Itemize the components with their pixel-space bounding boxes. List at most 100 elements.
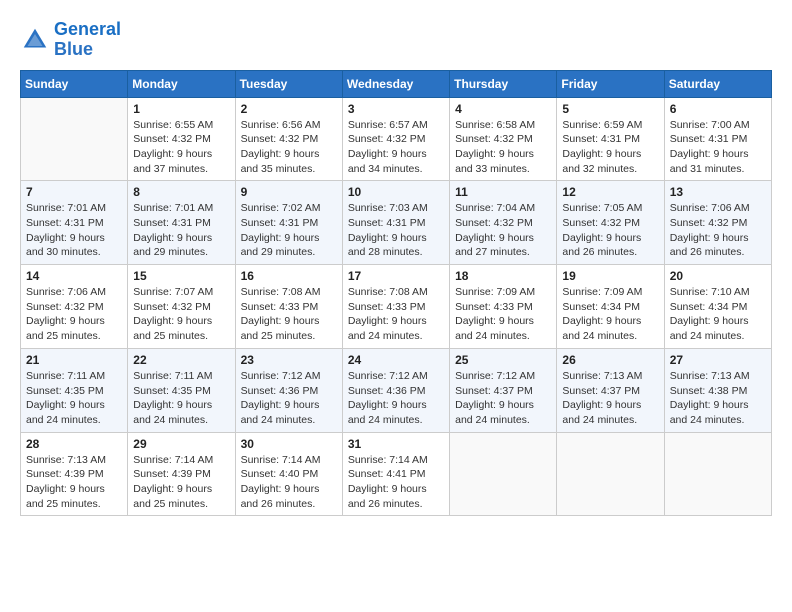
week-row-2: 7 Sunrise: 7:01 AM Sunset: 4:31 PM Daylig…	[21, 181, 772, 265]
day-number: 15	[133, 269, 229, 283]
calendar-cell: 11 Sunrise: 7:04 AM Sunset: 4:32 PM Dayli…	[450, 181, 557, 265]
day-info: Sunrise: 7:13 AM Sunset: 4:39 PM Dayligh…	[26, 453, 122, 512]
calendar-cell: 20 Sunrise: 7:10 AM Sunset: 4:34 PM Dayli…	[664, 265, 771, 349]
day-info: Sunrise: 7:10 AM Sunset: 4:34 PM Dayligh…	[670, 285, 766, 344]
day-info: Sunrise: 7:12 AM Sunset: 4:36 PM Dayligh…	[348, 369, 444, 428]
calendar-cell: 2Sunrise: 6:56 AM Sunset: 4:32 PM Daylig…	[235, 97, 342, 181]
day-info: Sunrise: 7:06 AM Sunset: 4:32 PM Dayligh…	[670, 201, 766, 260]
calendar-cell: 21 Sunrise: 7:11 AM Sunset: 4:35 PM Dayli…	[21, 348, 128, 432]
calendar-cell: 16 Sunrise: 7:08 AM Sunset: 4:33 PM Dayli…	[235, 265, 342, 349]
logo-text: General Blue	[54, 20, 121, 60]
day-info: Sunrise: 6:59 AM Sunset: 4:31 PM Dayligh…	[562, 118, 658, 177]
logo-icon	[20, 25, 50, 55]
calendar-header-row: SundayMondayTuesdayWednesdayThursdayFrid…	[21, 70, 772, 97]
day-number: 20	[670, 269, 766, 283]
header-monday: Monday	[128, 70, 235, 97]
day-info: Sunrise: 7:08 AM Sunset: 4:33 PM Dayligh…	[241, 285, 337, 344]
day-info: Sunrise: 6:58 AM Sunset: 4:32 PM Dayligh…	[455, 118, 551, 177]
day-info: Sunrise: 7:14 AM Sunset: 4:40 PM Dayligh…	[241, 453, 337, 512]
calendar-cell: 7 Sunrise: 7:01 AM Sunset: 4:31 PM Daylig…	[21, 181, 128, 265]
calendar-cell	[450, 432, 557, 516]
day-info: Sunrise: 7:04 AM Sunset: 4:32 PM Dayligh…	[455, 201, 551, 260]
day-number: 31	[348, 437, 444, 451]
calendar-cell: 14 Sunrise: 7:06 AM Sunset: 4:32 PM Dayli…	[21, 265, 128, 349]
week-row-3: 14 Sunrise: 7:06 AM Sunset: 4:32 PM Dayli…	[21, 265, 772, 349]
day-number: 8	[133, 185, 229, 199]
day-number: 16	[241, 269, 337, 283]
day-number: 11	[455, 185, 551, 199]
header-tuesday: Tuesday	[235, 70, 342, 97]
day-number: 6	[670, 102, 766, 116]
day-info: Sunrise: 7:14 AM Sunset: 4:39 PM Dayligh…	[133, 453, 229, 512]
day-number: 19	[562, 269, 658, 283]
calendar-table: SundayMondayTuesdayWednesdayThursdayFrid…	[20, 70, 772, 517]
calendar-cell	[21, 97, 128, 181]
day-number: 3	[348, 102, 444, 116]
day-info: Sunrise: 7:02 AM Sunset: 4:31 PM Dayligh…	[241, 201, 337, 260]
day-info: Sunrise: 7:05 AM Sunset: 4:32 PM Dayligh…	[562, 201, 658, 260]
calendar-cell: 5 Sunrise: 6:59 AM Sunset: 4:31 PM Daylig…	[557, 97, 664, 181]
calendar-cell: 27Sunrise: 7:13 AM Sunset: 4:38 PM Dayli…	[664, 348, 771, 432]
day-number: 27	[670, 353, 766, 367]
calendar-cell: 24 Sunrise: 7:12 AM Sunset: 4:36 PM Dayli…	[342, 348, 449, 432]
day-info: Sunrise: 7:07 AM Sunset: 4:32 PM Dayligh…	[133, 285, 229, 344]
day-info: Sunrise: 7:00 AM Sunset: 4:31 PM Dayligh…	[670, 118, 766, 177]
day-info: Sunrise: 6:55 AM Sunset: 4:32 PM Dayligh…	[133, 118, 229, 177]
day-info: Sunrise: 7:14 AM Sunset: 4:41 PM Dayligh…	[348, 453, 444, 512]
week-row-4: 21 Sunrise: 7:11 AM Sunset: 4:35 PM Dayli…	[21, 348, 772, 432]
day-info: Sunrise: 6:57 AM Sunset: 4:32 PM Dayligh…	[348, 118, 444, 177]
day-number: 18	[455, 269, 551, 283]
week-row-5: 28Sunrise: 7:13 AM Sunset: 4:39 PM Dayli…	[21, 432, 772, 516]
day-number: 24	[348, 353, 444, 367]
calendar-cell: 19Sunrise: 7:09 AM Sunset: 4:34 PM Dayli…	[557, 265, 664, 349]
page-header: General Blue	[20, 20, 772, 60]
calendar-cell: 8 Sunrise: 7:01 AM Sunset: 4:31 PM Daylig…	[128, 181, 235, 265]
day-number: 1	[133, 102, 229, 116]
day-number: 25	[455, 353, 551, 367]
calendar-cell: 10Sunrise: 7:03 AM Sunset: 4:31 PM Dayli…	[342, 181, 449, 265]
calendar-cell: 30 Sunrise: 7:14 AM Sunset: 4:40 PM Dayli…	[235, 432, 342, 516]
day-info: Sunrise: 7:11 AM Sunset: 4:35 PM Dayligh…	[26, 369, 122, 428]
day-number: 29	[133, 437, 229, 451]
day-info: Sunrise: 7:08 AM Sunset: 4:33 PM Dayligh…	[348, 285, 444, 344]
week-row-1: 1 Sunrise: 6:55 AM Sunset: 4:32 PM Daylig…	[21, 97, 772, 181]
header-sunday: Sunday	[21, 70, 128, 97]
day-number: 7	[26, 185, 122, 199]
day-info: Sunrise: 7:13 AM Sunset: 4:37 PM Dayligh…	[562, 369, 658, 428]
calendar-cell: 17 Sunrise: 7:08 AM Sunset: 4:33 PM Dayli…	[342, 265, 449, 349]
day-number: 5	[562, 102, 658, 116]
day-info: Sunrise: 7:11 AM Sunset: 4:35 PM Dayligh…	[133, 369, 229, 428]
day-number: 9	[241, 185, 337, 199]
day-info: Sunrise: 7:12 AM Sunset: 4:37 PM Dayligh…	[455, 369, 551, 428]
day-number: 10	[348, 185, 444, 199]
header-thursday: Thursday	[450, 70, 557, 97]
calendar-cell: 26 Sunrise: 7:13 AM Sunset: 4:37 PM Dayli…	[557, 348, 664, 432]
calendar-cell: 23Sunrise: 7:12 AM Sunset: 4:36 PM Dayli…	[235, 348, 342, 432]
calendar-cell: 31 Sunrise: 7:14 AM Sunset: 4:41 PM Dayli…	[342, 432, 449, 516]
day-info: Sunrise: 7:06 AM Sunset: 4:32 PM Dayligh…	[26, 285, 122, 344]
calendar-cell: 28Sunrise: 7:13 AM Sunset: 4:39 PM Dayli…	[21, 432, 128, 516]
day-number: 14	[26, 269, 122, 283]
calendar-cell: 3 Sunrise: 6:57 AM Sunset: 4:32 PM Daylig…	[342, 97, 449, 181]
calendar-cell: 12 Sunrise: 7:05 AM Sunset: 4:32 PM Dayli…	[557, 181, 664, 265]
calendar-cell: 18Sunrise: 7:09 AM Sunset: 4:33 PM Dayli…	[450, 265, 557, 349]
day-info: Sunrise: 6:56 AM Sunset: 4:32 PM Dayligh…	[241, 118, 337, 177]
day-number: 26	[562, 353, 658, 367]
calendar-cell: 1 Sunrise: 6:55 AM Sunset: 4:32 PM Daylig…	[128, 97, 235, 181]
day-number: 12	[562, 185, 658, 199]
header-saturday: Saturday	[664, 70, 771, 97]
header-wednesday: Wednesday	[342, 70, 449, 97]
day-info: Sunrise: 7:01 AM Sunset: 4:31 PM Dayligh…	[26, 201, 122, 260]
day-number: 17	[348, 269, 444, 283]
day-number: 22	[133, 353, 229, 367]
calendar-cell: 29 Sunrise: 7:14 AM Sunset: 4:39 PM Dayli…	[128, 432, 235, 516]
day-info: Sunrise: 7:12 AM Sunset: 4:36 PM Dayligh…	[241, 369, 337, 428]
calendar-cell: 15 Sunrise: 7:07 AM Sunset: 4:32 PM Dayli…	[128, 265, 235, 349]
day-number: 30	[241, 437, 337, 451]
header-friday: Friday	[557, 70, 664, 97]
day-number: 21	[26, 353, 122, 367]
day-info: Sunrise: 7:01 AM Sunset: 4:31 PM Dayligh…	[133, 201, 229, 260]
calendar-cell: 13 Sunrise: 7:06 AM Sunset: 4:32 PM Dayli…	[664, 181, 771, 265]
calendar-cell: 22 Sunrise: 7:11 AM Sunset: 4:35 PM Dayli…	[128, 348, 235, 432]
day-number: 13	[670, 185, 766, 199]
